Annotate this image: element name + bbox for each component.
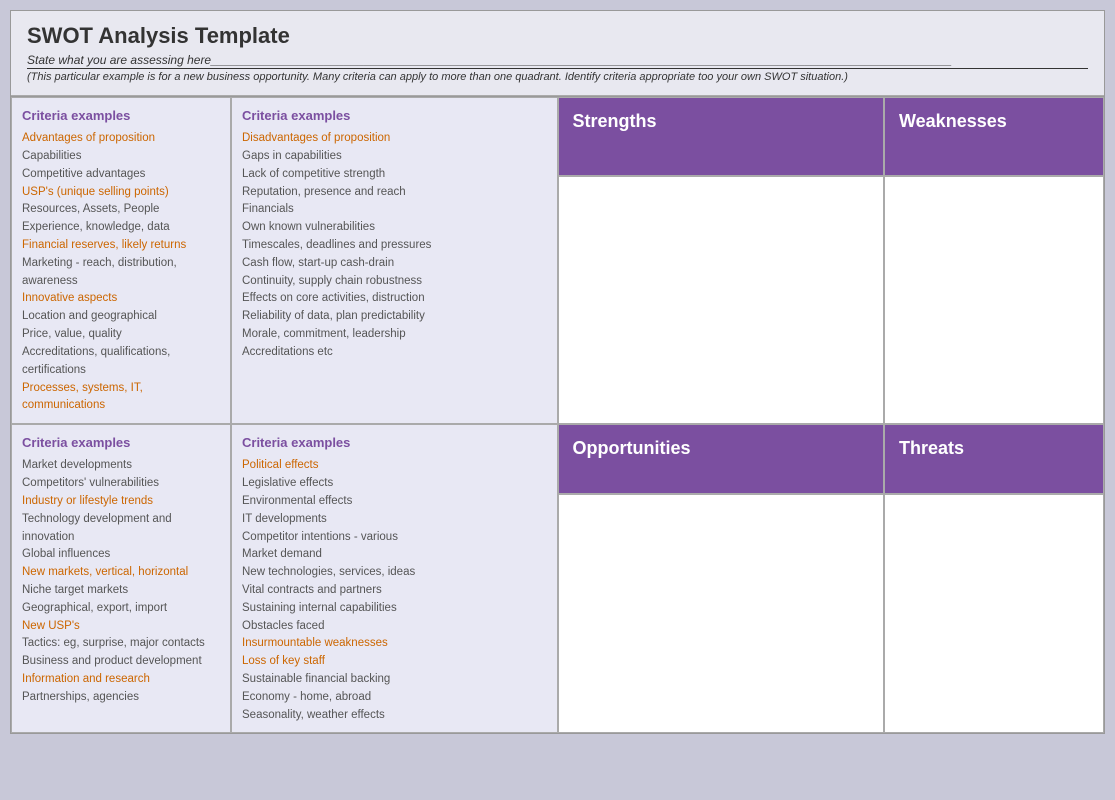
list-item: Seasonality, weather effects — [242, 707, 547, 725]
top-right-criteria: Criteria examples Disadvantages of propos… — [231, 97, 558, 424]
list-item: Niche target markets — [22, 582, 220, 600]
list-item: Obstacles faced — [242, 618, 547, 636]
list-item: Cash flow, start-up cash-drain — [242, 255, 547, 273]
list-item: Financials — [242, 201, 547, 219]
list-item: Price, value, quality — [22, 326, 220, 344]
top-left-title: Criteria examples — [22, 106, 220, 126]
top-right-title: Criteria examples — [242, 106, 547, 126]
list-item: Effects on core activities, distruction — [242, 290, 547, 308]
list-item: Gaps in capabilities — [242, 148, 547, 166]
list-item: Competitor intentions - various — [242, 529, 547, 547]
list-item: Tactics: eg, surprise, major contacts — [22, 635, 220, 653]
list-item: Capabilities — [22, 148, 220, 166]
list-item: Morale, commitment, leadership — [242, 326, 547, 344]
list-item: Disadvantages of proposition — [242, 130, 547, 148]
list-item: Own known vulnerabilities — [242, 219, 547, 237]
opportunities-body[interactable] — [558, 494, 885, 734]
list-item: Partnerships, agencies — [22, 689, 220, 707]
list-item: Innovative aspects — [22, 290, 220, 308]
list-item: Competitors' vulnerabilities — [22, 475, 220, 493]
list-item: Sustaining internal capabilities — [242, 600, 547, 618]
opportunities-header: Opportunities — [558, 424, 885, 494]
list-item: Continuity, supply chain robustness — [242, 273, 547, 291]
list-item: Advantages of proposition — [22, 130, 220, 148]
list-item: Accreditations, qualifications, certific… — [22, 344, 220, 380]
weaknesses-body[interactable] — [884, 176, 1104, 425]
list-item: Market developments — [22, 457, 220, 475]
list-item: Accreditations etc — [242, 344, 547, 362]
list-item: Industry or lifestyle trends — [22, 493, 220, 511]
list-item: New markets, vertical, horizontal — [22, 564, 220, 582]
strengths-header: Strengths — [558, 97, 885, 176]
list-item: Competitive advantages — [22, 166, 220, 184]
list-item: Reliability of data, plan predictability — [242, 308, 547, 326]
list-item: Location and geographical — [22, 308, 220, 326]
list-item: Environmental effects — [242, 493, 547, 511]
list-item: Financial reserves, likely returns — [22, 237, 220, 255]
list-item: Resources, Assets, People — [22, 201, 220, 219]
list-item: Global influences — [22, 546, 220, 564]
swot-grid: Criteria examples Advantages of propositi… — [11, 96, 1104, 733]
list-item: Legislative effects — [242, 475, 547, 493]
bottom-right-title: Criteria examples — [242, 433, 547, 453]
list-item: Sustainable financial backing — [242, 671, 547, 689]
strengths-body[interactable] — [558, 176, 885, 425]
list-item: New technologies, services, ideas — [242, 564, 547, 582]
list-item: Lack of competitive strength — [242, 166, 547, 184]
list-item: Experience, knowledge, data — [22, 219, 220, 237]
list-item: Market demand — [242, 546, 547, 564]
bottom-left-title: Criteria examples — [22, 433, 220, 453]
list-item: Timescales, deadlines and pressures — [242, 237, 547, 255]
header: SWOT Analysis Template State what you ar… — [11, 11, 1104, 96]
main-title: SWOT Analysis Template — [27, 23, 1088, 49]
list-item: Economy - home, abroad — [242, 689, 547, 707]
list-item: Vital contracts and partners — [242, 582, 547, 600]
list-item: Processes, systems, IT, communications — [22, 380, 220, 416]
weaknesses-header: Weaknesses — [884, 97, 1104, 176]
list-item: Geographical, export, import — [22, 600, 220, 618]
list-item: Loss of key staff — [242, 653, 547, 671]
bottom-left-criteria: Criteria examples Market developmentsComp… — [11, 424, 231, 733]
threats-header: Threats — [884, 424, 1104, 494]
list-item: IT developments — [242, 511, 547, 529]
bottom-right-criteria: Criteria examples Political effectsLegisl… — [231, 424, 558, 733]
list-item: Political effects — [242, 457, 547, 475]
list-item: Information and research — [22, 671, 220, 689]
list-item: Marketing - reach, distribution, awarene… — [22, 255, 220, 291]
swot-container: SWOT Analysis Template State what you ar… — [10, 10, 1105, 734]
list-item: Insurmountable weaknesses — [242, 635, 547, 653]
list-item: Technology development and innovation — [22, 511, 220, 547]
threats-body[interactable] — [884, 494, 1104, 734]
list-item: Reputation, presence and reach — [242, 184, 547, 202]
list-item: Business and product development — [22, 653, 220, 671]
subtitle: State what you are assessing here_______… — [27, 53, 1088, 69]
top-left-criteria: Criteria examples Advantages of propositi… — [11, 97, 231, 424]
list-item: New USP's — [22, 618, 220, 636]
list-item: USP's (unique selling points) — [22, 184, 220, 202]
note: (This particular example is for a new bu… — [27, 71, 1088, 83]
